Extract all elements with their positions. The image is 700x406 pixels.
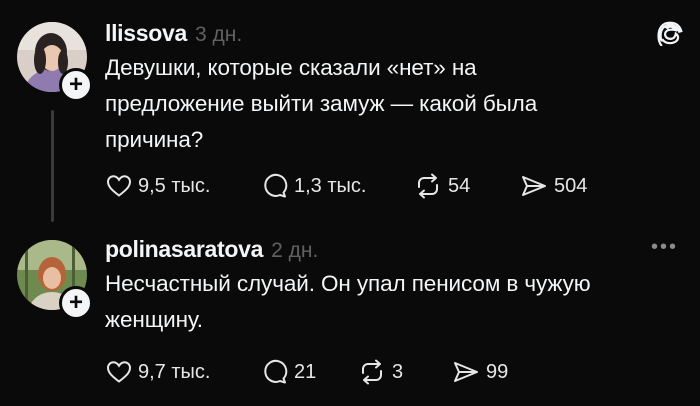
repost-icon [362, 359, 382, 385]
post-time: 3 дн. [195, 23, 243, 46]
like-button[interactable]: 9,5 тыс. [106, 174, 262, 198]
heart-icon [106, 175, 132, 197]
comment-icon [264, 359, 288, 384]
threads-logo-icon[interactable] [657, 18, 683, 51]
more-options-icon[interactable]: ••• [651, 237, 678, 257]
send-icon [522, 176, 546, 196]
post-content: polinasaratova 2 дн. Несчастный случай. … [105, 236, 680, 338]
avatar-container[interactable]: + [17, 240, 93, 320]
post-header: llissova 3 дн. [105, 20, 680, 50]
repost-count: 3 [392, 360, 404, 383]
avatar-container[interactable]: + [17, 22, 93, 102]
plus-icon: + [68, 71, 83, 98]
repost-icon [418, 173, 438, 199]
follow-plus-button[interactable]: + [59, 68, 93, 102]
follow-plus-button[interactable]: + [59, 286, 93, 320]
username[interactable]: llissova [105, 20, 187, 47]
thread-connector-line [51, 110, 54, 222]
reply-button[interactable]: 1,3 тыс. [262, 173, 414, 199]
post-time: 2 дн. [271, 239, 319, 262]
send-icon [454, 362, 478, 382]
share-button[interactable]: 504 [520, 174, 587, 198]
share-count: 504 [554, 174, 588, 197]
repost-button[interactable]: 54 [414, 173, 520, 199]
thread-post: + polinasaratova 2 дн. Несчастный случай… [0, 225, 700, 406]
repost-button[interactable]: 3 [358, 359, 452, 385]
post-text: Несчастный случай. Он упал пенисом в чуж… [105, 271, 591, 332]
share-count: 99 [486, 360, 509, 383]
reply-count: 1,3 тыс. [294, 174, 367, 197]
comment-icon [264, 173, 288, 198]
like-button[interactable]: 9,7 тыс. [106, 360, 262, 384]
like-count: 9,5 тыс. [138, 174, 211, 197]
post-text: Девушки, которые сказали «нет» на предло… [105, 55, 538, 152]
heart-icon [106, 361, 132, 383]
post-actions: 9,7 тыс. 21 3 99 [106, 359, 508, 385]
like-count: 9,7 тыс. [138, 360, 211, 383]
reply-button[interactable]: 21 [262, 359, 358, 385]
reply-count: 21 [294, 360, 317, 383]
post-content: llissova 3 дн. Девушки, которые сказали … [105, 20, 680, 158]
repost-count: 54 [448, 174, 471, 197]
share-button[interactable]: 99 [452, 360, 508, 384]
username[interactable]: polinasaratova [105, 236, 263, 263]
post-header: polinasaratova 2 дн. [105, 236, 680, 266]
post-actions: 9,5 тыс. 1,3 тыс. 54 504 [106, 173, 587, 199]
plus-icon: + [68, 289, 83, 316]
thread-post: + llissova 3 дн. Девушки, которые сказал… [0, 0, 700, 225]
